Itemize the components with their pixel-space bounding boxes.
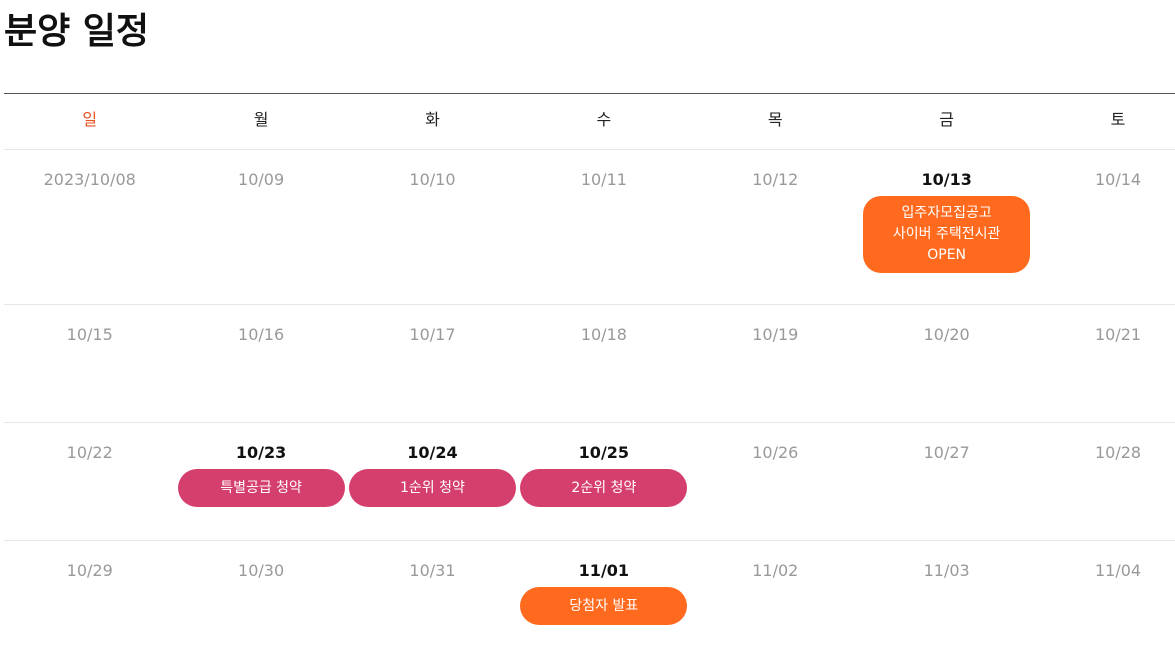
weekday-header: 일 월 화 수 목 금 토 — [4, 94, 1175, 150]
day-date: 10/20 — [923, 325, 970, 344]
day-cell: 10/10 — [347, 150, 518, 304]
day-cell-event: 10/25 2순위 청약 — [518, 423, 689, 540]
day-cell: 10/20 — [861, 305, 1032, 422]
day-date: 10/12 — [752, 170, 799, 189]
day-cell: 10/11 — [518, 150, 689, 304]
day-cell: 11/03 — [861, 541, 1032, 650]
weekday-saturday: 토 — [1110, 110, 1126, 129]
weekday-friday: 금 — [939, 110, 955, 129]
week-row-3: 10/22 10/23 특별공급 청약 10/24 1순위 청약 10/25 2… — [4, 423, 1175, 541]
day-date: 2023/10/08 — [43, 170, 136, 189]
day-cell: 10/28 — [1032, 423, 1175, 540]
day-cell: 11/02 — [690, 541, 861, 650]
day-cell: 10/09 — [175, 150, 346, 304]
day-date: 10/17 — [409, 325, 456, 344]
day-date: 10/28 — [1094, 443, 1142, 462]
day-cell-event: 11/01 당첨자 발표 — [518, 541, 689, 650]
day-cell: 10/22 — [4, 423, 175, 540]
day-cell: 10/26 — [690, 423, 861, 540]
day-date: 10/26 — [752, 443, 799, 462]
day-date: 10/14 — [1094, 170, 1142, 189]
day-date: 11/01 — [578, 561, 630, 580]
day-cell: 10/15 — [4, 305, 175, 422]
page-title: 분양 일정 — [4, 11, 150, 52]
day-cell: 11/04 — [1032, 541, 1175, 650]
day-date: 11/02 — [752, 561, 799, 580]
day-date: 10/25 — [578, 443, 630, 462]
day-cell: 10/30 — [175, 541, 346, 650]
week-row-4: 10/29 10/30 10/31 11/01 당첨자 발표 11/02 11/… — [4, 541, 1175, 650]
weekday-thursday: 목 — [767, 110, 783, 129]
day-cell: 10/29 — [4, 541, 175, 650]
event-special-supply-button[interactable]: 특별공급 청약 — [177, 469, 345, 507]
week-row-1: 2023/10/08 10/09 10/10 10/11 10/12 10/13… — [4, 150, 1175, 305]
day-date: 10/22 — [66, 443, 113, 462]
weekday-sunday: 일 — [82, 110, 98, 129]
day-date: 10/10 — [409, 170, 456, 189]
day-date: 10/23 — [235, 443, 287, 462]
day-date: 10/30 — [238, 561, 285, 580]
schedule-calendar: 일 월 화 수 목 금 토 2023/10/08 10/09 10/10 10/… — [4, 93, 1175, 650]
event-winner-announcement-button[interactable]: 당첨자 발표 — [520, 587, 688, 625]
weekday-monday: 월 — [253, 110, 269, 129]
week-row-2: 10/15 10/16 10/17 10/18 10/19 10/20 10/2… — [4, 305, 1175, 423]
day-date: 10/09 — [238, 170, 285, 189]
day-cell: 10/27 — [861, 423, 1032, 540]
day-date: 10/21 — [1094, 325, 1142, 344]
weekday-wednesday: 수 — [596, 110, 612, 129]
weekday-tuesday: 화 — [425, 110, 440, 129]
event-recruitment-notice-button[interactable]: 입주자모집공고 사이버 주택전시관 OPEN — [863, 196, 1031, 273]
day-date: 11/03 — [923, 561, 970, 580]
day-date: 10/31 — [409, 561, 456, 580]
day-cell-event: 10/23 특별공급 청약 — [175, 423, 346, 540]
day-cell-event: 10/24 1순위 청약 — [347, 423, 518, 540]
day-cell: 10/12 — [690, 150, 861, 304]
day-cell-event: 10/13 입주자모집공고 사이버 주택전시관 OPEN — [861, 150, 1032, 304]
day-date: 10/11 — [580, 170, 627, 189]
day-cell: 10/18 — [518, 305, 689, 422]
day-cell: 10/17 — [347, 305, 518, 422]
day-cell: 10/21 — [1032, 305, 1175, 422]
day-date: 10/19 — [752, 325, 799, 344]
day-date: 11/04 — [1094, 561, 1142, 580]
day-date: 10/16 — [238, 325, 285, 344]
day-cell: 10/19 — [690, 305, 861, 422]
day-date: 10/29 — [66, 561, 113, 580]
day-date: 10/27 — [923, 443, 970, 462]
page: 분양 일정 일 월 화 수 목 금 토 2023/10/08 10/09 10/… — [0, 0, 1175, 650]
day-cell: 10/14 — [1032, 150, 1175, 304]
day-date: 10/15 — [66, 325, 113, 344]
day-cell: 10/16 — [175, 305, 346, 422]
event-second-priority-button[interactable]: 2순위 청약 — [520, 469, 688, 507]
day-cell: 10/31 — [347, 541, 518, 650]
day-date: 10/18 — [580, 325, 627, 344]
day-cell: 2023/10/08 — [4, 150, 175, 304]
event-first-priority-button[interactable]: 1순위 청약 — [348, 469, 516, 507]
day-date: 10/13 — [921, 170, 972, 189]
day-date: 10/24 — [407, 443, 458, 462]
